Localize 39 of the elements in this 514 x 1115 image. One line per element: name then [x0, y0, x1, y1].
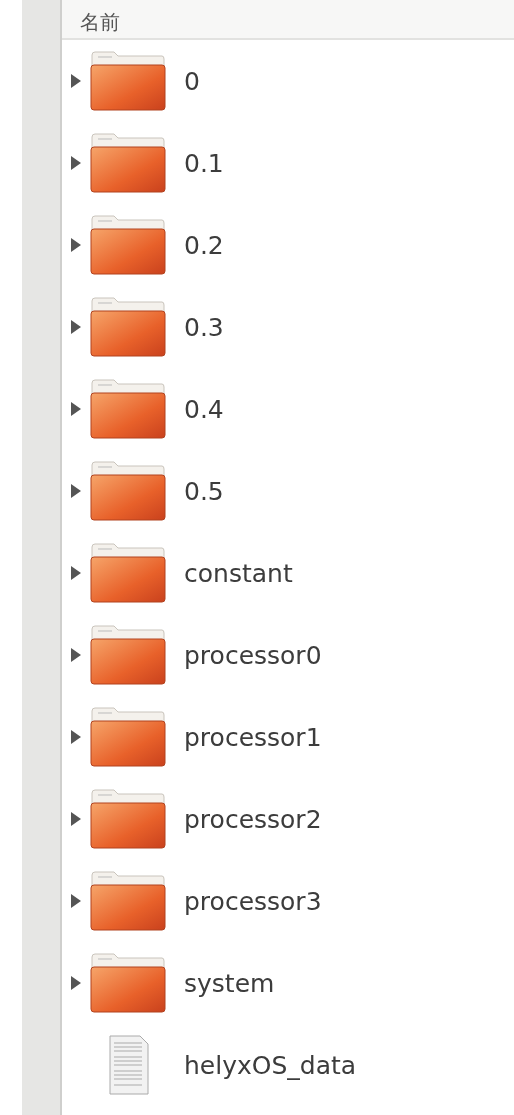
file-name[interactable]: processor0 — [184, 640, 322, 670]
expander-icon[interactable] — [70, 728, 82, 746]
file-name[interactable]: 0.4 — [184, 394, 224, 424]
folder-icon — [90, 297, 166, 357]
folder-icon — [90, 871, 166, 931]
folder-icon — [90, 51, 166, 111]
file-name[interactable]: system — [184, 968, 275, 998]
folder-icon — [90, 707, 166, 767]
folder-icon — [90, 953, 166, 1013]
file-name[interactable]: 0.5 — [184, 476, 224, 506]
expander-icon[interactable] — [70, 400, 82, 418]
expander-icon[interactable] — [70, 892, 82, 910]
file-name[interactable]: processor3 — [184, 886, 322, 916]
file-name[interactable]: 0 — [184, 66, 200, 96]
file-name[interactable]: helyxOS_data — [184, 1050, 357, 1080]
folder-icon — [90, 133, 166, 193]
file-name[interactable]: processor1 — [184, 722, 322, 752]
file-name[interactable]: 0.2 — [184, 230, 224, 260]
file-name[interactable]: constant — [184, 558, 293, 588]
expander-icon[interactable] — [70, 810, 82, 828]
expander-icon[interactable] — [70, 236, 82, 254]
expander-icon[interactable] — [70, 72, 82, 90]
expander-icon[interactable] — [70, 646, 82, 664]
expander-icon[interactable] — [70, 318, 82, 336]
folder-icon — [90, 461, 166, 521]
expander-icon[interactable] — [70, 974, 82, 992]
file-name[interactable]: 0.3 — [184, 312, 224, 342]
folder-icon — [90, 789, 166, 849]
expander-icon[interactable] — [70, 482, 82, 500]
folder-icon — [90, 379, 166, 439]
file-name[interactable]: processor2 — [184, 804, 322, 834]
folder-icon — [90, 215, 166, 275]
column-header[interactable]: 名前 — [62, 0, 514, 40]
folder-icon — [90, 543, 166, 603]
file-name[interactable]: 0.1 — [184, 148, 224, 178]
expander-icon[interactable] — [70, 154, 82, 172]
column-title: 名前 — [80, 9, 120, 36]
folder-icon — [90, 625, 166, 685]
expander-icon[interactable] — [70, 564, 82, 582]
